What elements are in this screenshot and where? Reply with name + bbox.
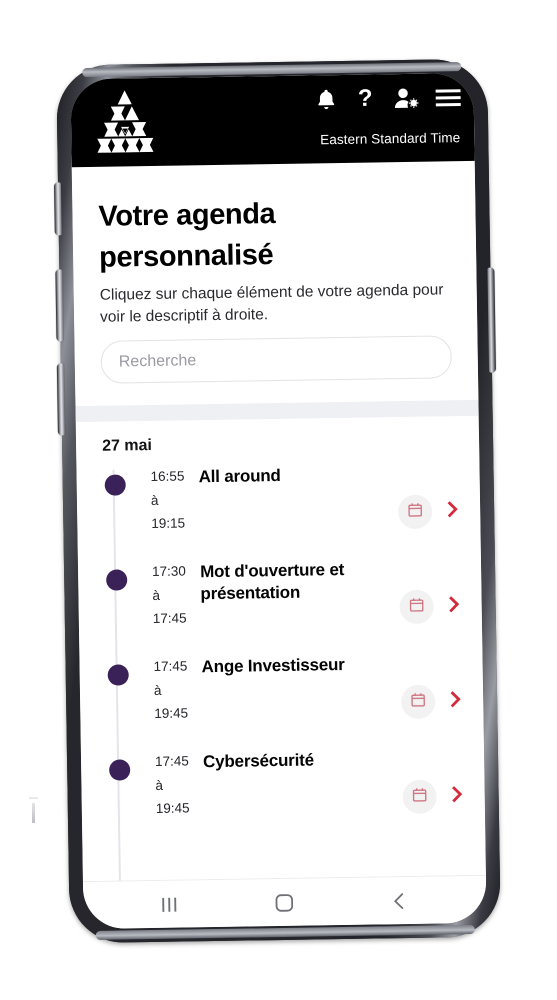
- bell-icon[interactable]: [314, 87, 339, 112]
- list-item[interactable]: 16:55 à 19:15 All around: [102, 460, 480, 561]
- list-item[interactable]: 17:30 à 17:45 Mot d'ouverture et présent…: [104, 555, 482, 656]
- list-item[interactable]: 17:45 à 19:45 Ange Investisseur: [105, 650, 483, 751]
- timeline-dot-icon: [106, 569, 128, 592]
- agenda-item-time-separator: à: [150, 492, 159, 508]
- list-item[interactable]: 17:45 à 19:45 Cybersécurité: [107, 745, 485, 846]
- calendar-icon: [412, 787, 428, 806]
- agenda-item-title: All around: [198, 466, 281, 487]
- agenda-item-actions: [402, 779, 467, 814]
- chevron-right-icon: [449, 689, 463, 712]
- phone-volume-up-button[interactable]: [55, 269, 64, 342]
- agenda-item-end-time: 17:45: [152, 610, 187, 626]
- agenda-item-title: Ange Investisseur: [201, 655, 345, 677]
- agenda-item-actions: [400, 684, 466, 719]
- agenda-item-end-time: 19:15: [151, 515, 186, 531]
- calendar-icon: [409, 597, 425, 616]
- timeline-dot-icon: [107, 664, 129, 687]
- home-icon[interactable]: [274, 891, 296, 913]
- timeline-dot-icon: [109, 759, 131, 782]
- agenda-item-time-separator: à: [155, 777, 164, 793]
- app-header: ? Eastern Standard Time: [70, 72, 475, 168]
- agenda-card: 27 mai 16:55 à 19:15 All around 17:30 à …: [75, 416, 486, 882]
- agenda-item-times: 16:55 à 19:15: [150, 465, 199, 535]
- agenda-item-start-time: 16:55: [150, 468, 185, 485]
- agenda-item-times: 17:45 à 19:45: [153, 655, 202, 725]
- app-header-icon-group: ?: [314, 85, 462, 112]
- phone-device: ? Eastern Standard Time Votre agenda per…: [53, 58, 501, 944]
- recents-icon[interactable]: [159, 894, 181, 914]
- search-input[interactable]: [100, 335, 453, 385]
- timezone-label: Eastern Standard Time: [320, 130, 461, 148]
- hamburger-menu-icon[interactable]: [435, 87, 462, 108]
- calendar-icon: [410, 692, 426, 711]
- chevron-right-icon: [450, 784, 464, 807]
- image-artifact-speck: [29, 797, 38, 823]
- agenda-item-end-time: 19:45: [154, 705, 189, 721]
- phone-button-left-top[interactable]: [53, 182, 62, 236]
- add-to-calendar-button[interactable]: [400, 684, 436, 719]
- agenda-item-end-time: 19:45: [155, 800, 190, 816]
- user-settings-icon[interactable]: [391, 86, 420, 111]
- agenda-item-start-time: 17:30: [151, 563, 187, 580]
- agenda-item-times: 17:45 à 19:45: [155, 750, 204, 820]
- chevron-right-icon: [447, 594, 461, 617]
- android-navigation-bar: [82, 874, 487, 930]
- agenda-item-time-separator: à: [152, 587, 161, 603]
- agenda-item-time-separator: à: [153, 682, 162, 698]
- screenshot-stage: ? Eastern Standard Time Votre agenda per…: [0, 0, 557, 1000]
- agenda-item-actions: [397, 494, 463, 529]
- open-detail-button[interactable]: [448, 784, 466, 807]
- add-to-calendar-button[interactable]: [402, 779, 437, 814]
- sierpinski-triangle-logo[interactable]: [85, 88, 166, 157]
- agenda-timeline: 16:55 à 19:15 All around 17:30 à 17:45 M…: [76, 460, 485, 882]
- timeline-dot-icon: [104, 474, 126, 497]
- page-intro-panel: Votre agenda personnalisé Cliquez sur ch…: [71, 160, 479, 407]
- page-subtitle: Cliquez sur chaque élément de votre agen…: [99, 281, 444, 327]
- add-to-calendar-button[interactable]: [399, 589, 434, 624]
- svg-text:?: ?: [358, 86, 373, 111]
- back-icon[interactable]: [388, 889, 410, 911]
- help-question-icon[interactable]: ?: [353, 86, 378, 111]
- agenda-item-times: 17:30 à 17:45: [152, 560, 201, 630]
- calendar-icon: [407, 502, 423, 521]
- add-to-calendar-button[interactable]: [397, 494, 433, 529]
- phone-power-button[interactable]: [487, 267, 497, 373]
- agenda-item-start-time: 17:45: [153, 658, 188, 675]
- agenda-item-title: Mot d'ouverture et présentation: [199, 560, 345, 604]
- page-title: Votre agenda personnalisé: [98, 198, 276, 274]
- agenda-item-actions: [399, 589, 464, 624]
- phone-volume-down-button[interactable]: [56, 363, 65, 436]
- open-detail-button[interactable]: [445, 594, 463, 617]
- agenda-item-title: Cybersécurité: [202, 750, 315, 772]
- open-detail-button[interactable]: [444, 499, 462, 522]
- chevron-right-icon: [446, 499, 460, 522]
- agenda-item-start-time: 17:45: [154, 753, 189, 770]
- phone-screen: ? Eastern Standard Time Votre agenda per…: [70, 72, 487, 930]
- open-detail-button[interactable]: [447, 689, 465, 712]
